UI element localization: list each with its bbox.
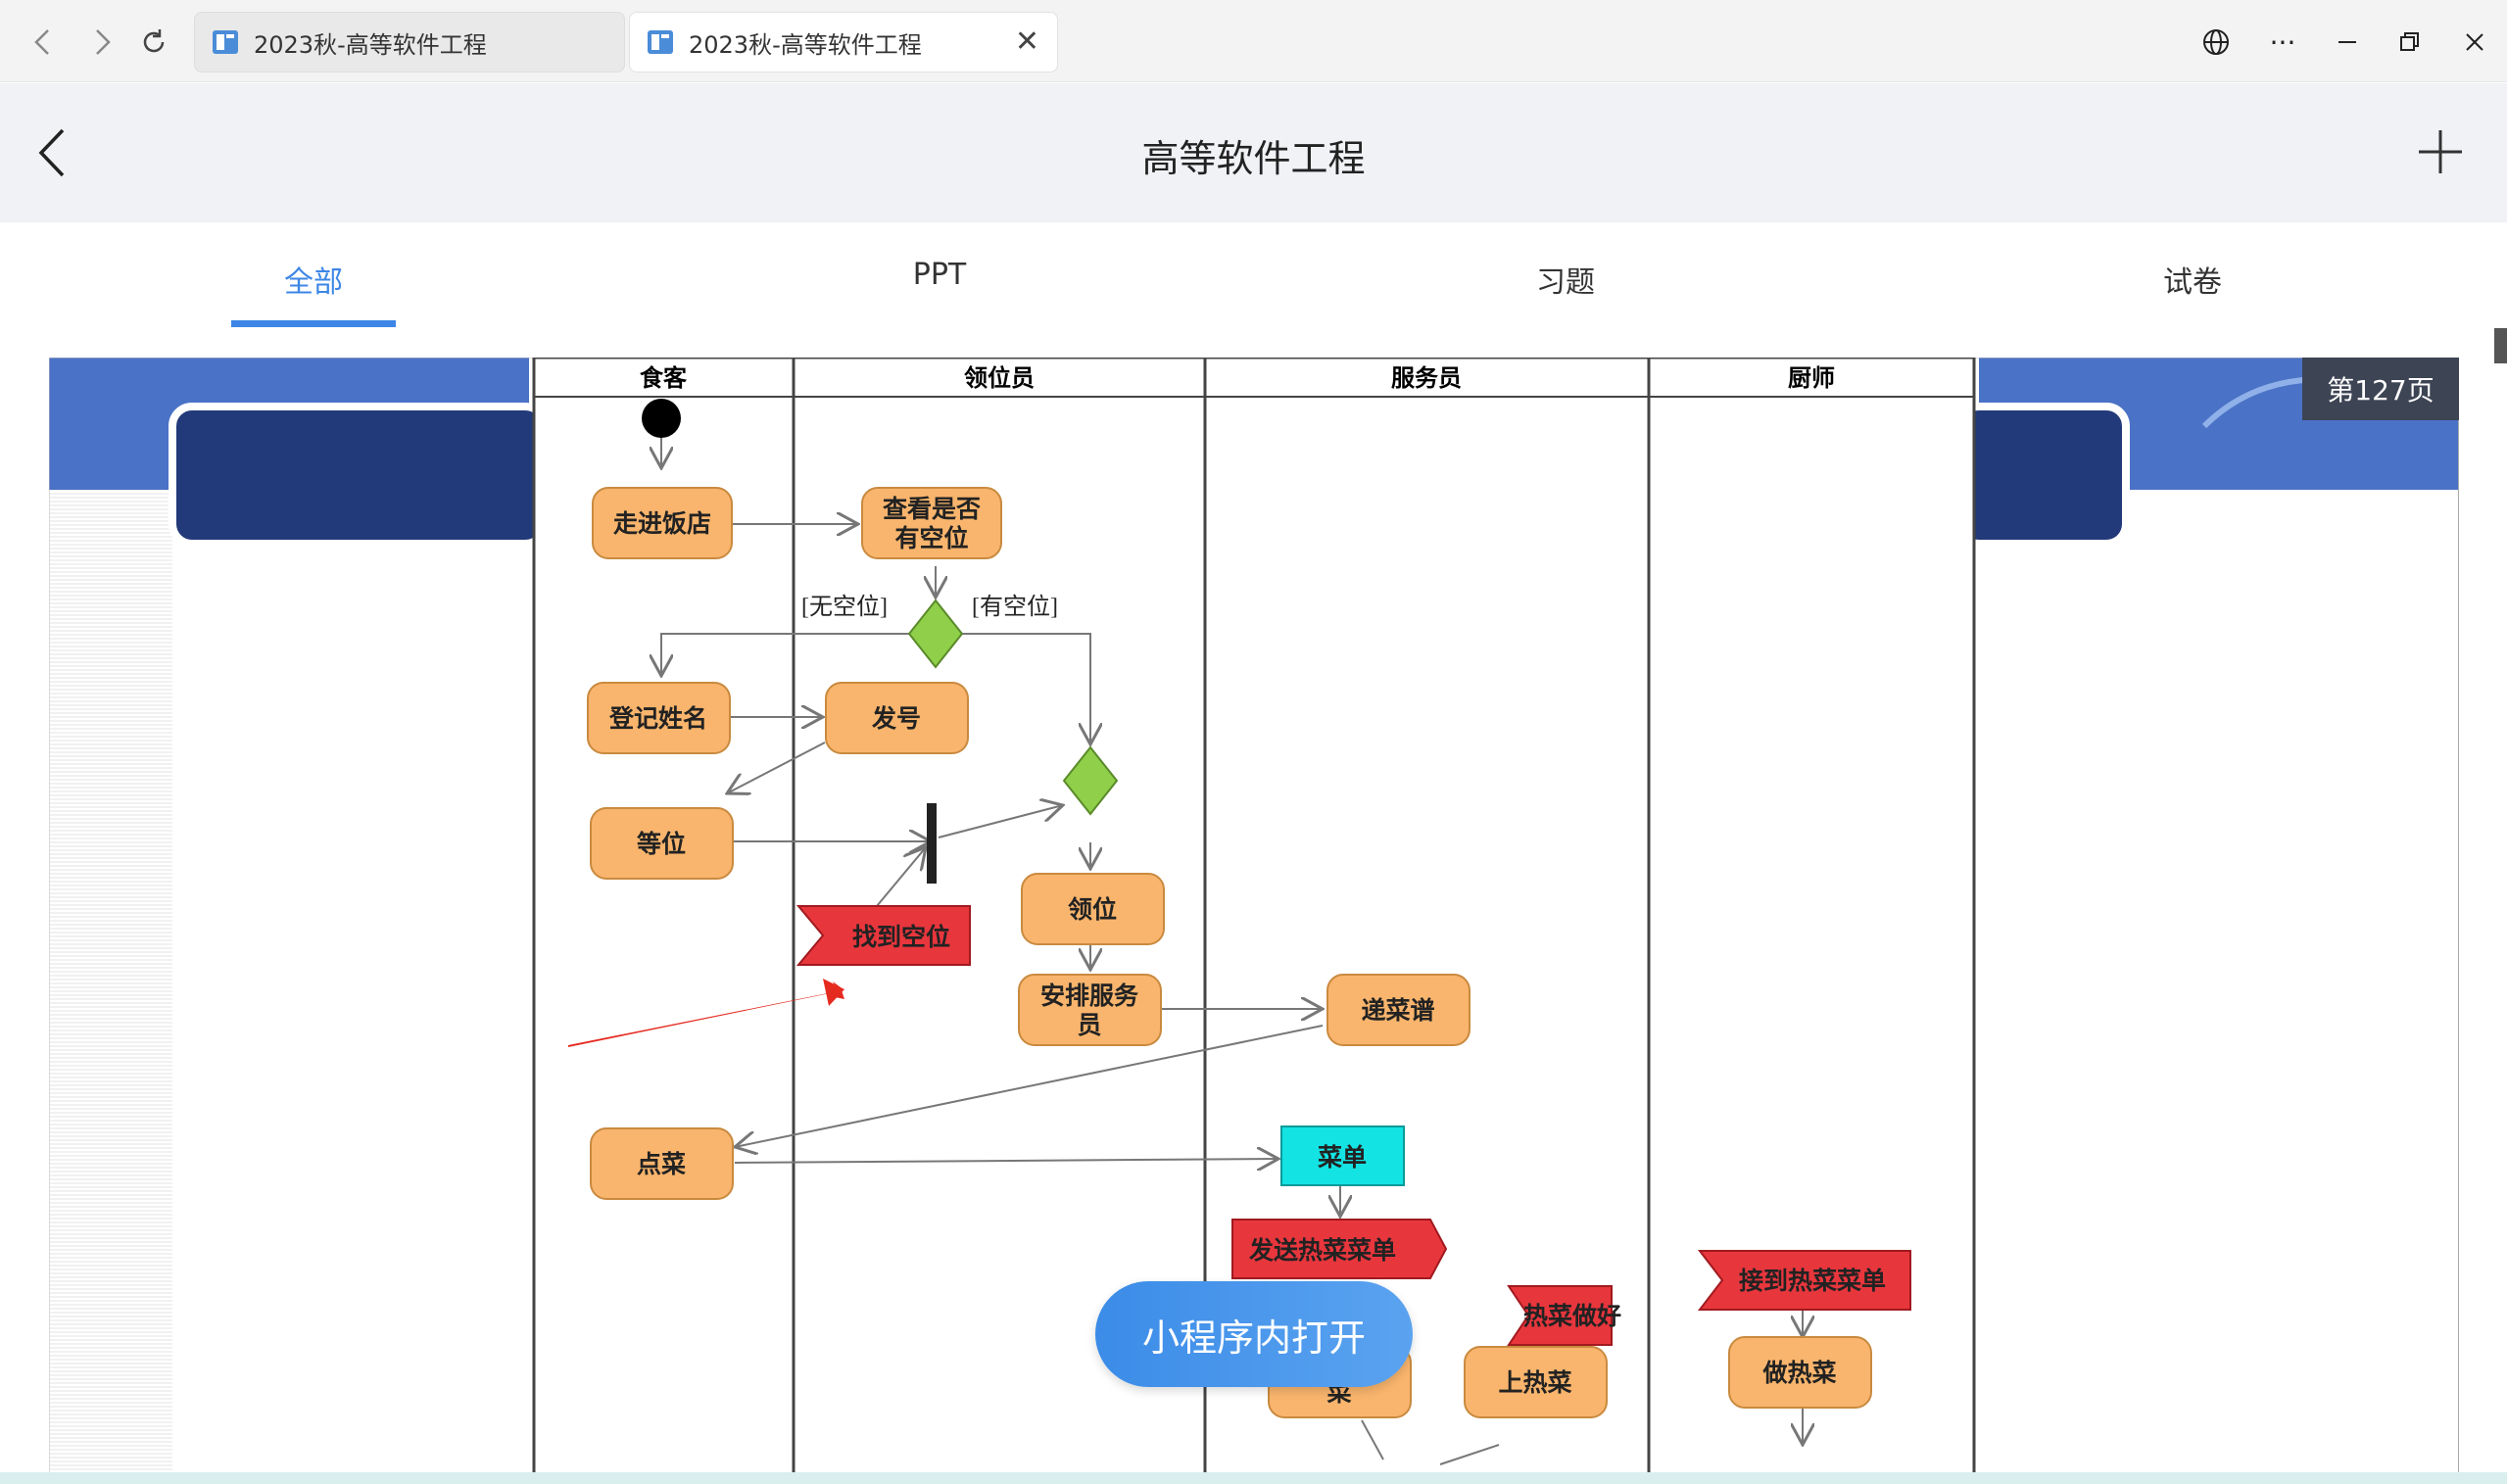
fork-bar — [927, 803, 937, 884]
refresh-icon[interactable] — [129, 18, 178, 67]
bottom-strip — [0, 1472, 2507, 1484]
tab-all[interactable]: 全部 — [216, 258, 411, 301]
node-label: 菜单 — [1317, 1144, 1367, 1172]
browser-toolbar: 2023秋-高等软件工程 2023秋-高等软件工程 ✕ ··· — [0, 0, 2507, 82]
lane-label: 厨师 — [1788, 365, 1835, 392]
tab-exercises[interactable]: 习题 — [1468, 258, 1663, 301]
open-in-miniapp-button[interactable]: 小程序内打开 — [1095, 1281, 1413, 1387]
lane-label: 领位员 — [964, 364, 1035, 392]
tab-exams[interactable]: 试卷 — [2095, 258, 2290, 301]
more-icon[interactable]: ··· — [2255, 18, 2310, 67]
node-label: 有空位 — [894, 524, 968, 552]
lane-label: 服务员 — [1391, 364, 1462, 392]
node-label: 发送热菜菜单 — [1248, 1236, 1396, 1265]
node-label: 等位 — [637, 830, 686, 858]
close-icon[interactable] — [2447, 18, 2502, 67]
tab-title: 2023秋-高等软件工程 — [254, 30, 487, 59]
start-node — [642, 399, 681, 438]
minimize-icon[interactable] — [2320, 18, 2375, 67]
page-title: 高等软件工程 — [1141, 137, 1366, 180]
node-label: 递菜谱 — [1361, 996, 1434, 1025]
plus-icon — [2419, 130, 2462, 173]
slide-stripes — [49, 490, 172, 1474]
node-label: 热菜做好 — [1523, 1303, 1621, 1330]
app-header: 高等软件工程 — [0, 83, 2507, 222]
node-label: 做热菜 — [1761, 1360, 1836, 1387]
scrollbar-thumb[interactable] — [2494, 328, 2507, 363]
node-label: 查看是否 — [883, 496, 981, 523]
back-arrow-icon[interactable] — [18, 18, 67, 67]
category-tabs: 全部 PPT 习题 试卷 — [0, 222, 2507, 328]
browser-tab-active[interactable]: 2023秋-高等软件工程 ✕ — [629, 12, 1058, 72]
node-label: 找到空位 — [852, 923, 950, 951]
forward-arrow-icon[interactable] — [78, 18, 127, 67]
tab-favicon-icon — [213, 30, 238, 54]
node-label: 上热菜 — [1498, 1369, 1571, 1397]
active-tab-indicator — [231, 320, 396, 327]
slide-panel-right — [1955, 403, 2130, 548]
tab-title: 2023秋-高等软件工程 — [689, 30, 922, 59]
add-button[interactable] — [2411, 122, 2470, 181]
node-label: 员 — [1077, 1013, 1101, 1039]
guard-label: [无空位] — [801, 594, 888, 620]
tab-ppt[interactable]: PPT — [842, 258, 1037, 292]
restore-icon[interactable] — [2383, 18, 2437, 67]
node-label: 走进饭店 — [613, 509, 711, 538]
node-label: 发号 — [871, 704, 921, 733]
lane-label: 食客 — [640, 364, 688, 392]
tab-close-icon[interactable]: ✕ — [1015, 24, 1039, 59]
tab-favicon-icon — [648, 30, 673, 54]
node-label: 接到热菜菜单 — [1739, 1268, 1886, 1295]
globe-icon[interactable] — [2189, 18, 2243, 67]
slide-panel-left — [169, 403, 549, 548]
browser-tab[interactable]: 2023秋-高等软件工程 — [194, 12, 625, 72]
guard-label: [有空位] — [972, 594, 1058, 620]
node-label: 安排服务 — [1040, 981, 1138, 1010]
node-label: 点菜 — [637, 1151, 686, 1178]
page-number-badge: 第127页 — [2302, 358, 2459, 420]
node-label: 领位 — [1068, 895, 1117, 924]
node-label: 登记姓名 — [608, 704, 707, 733]
